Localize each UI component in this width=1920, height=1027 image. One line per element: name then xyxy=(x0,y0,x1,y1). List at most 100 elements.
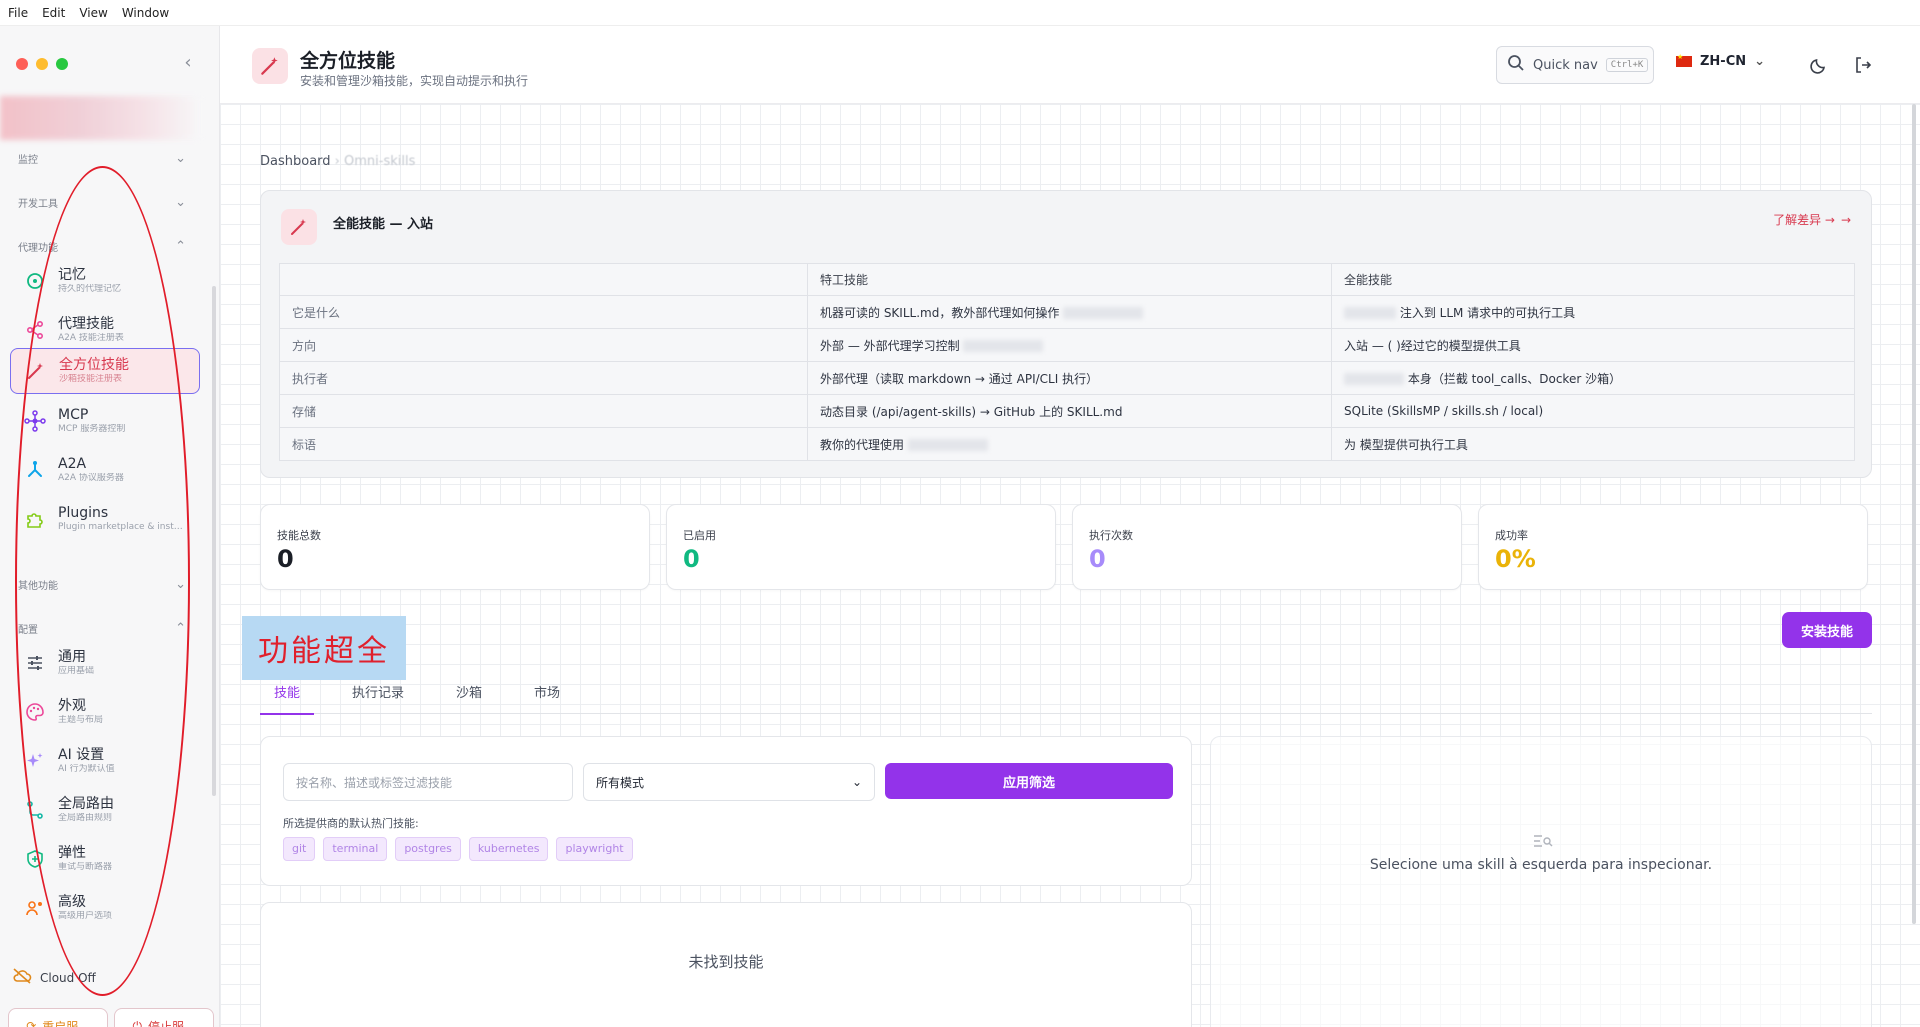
redacted-text xyxy=(907,439,988,451)
section-dev-tools[interactable]: 开发工具 ⌄ xyxy=(18,192,186,212)
breadcrumb-dashboard[interactable]: Dashboard xyxy=(260,154,331,169)
quick-nav-button[interactable]: Quick nav Ctrl+K xyxy=(1496,46,1654,84)
table-row: 它是什么 机器可读的 SKILL.md，教外部代理如何操作 注入到 LLM 请求… xyxy=(279,295,1855,329)
redacted-text xyxy=(1063,307,1144,319)
window-minimize-button[interactable] xyxy=(36,58,48,70)
popular-skills-hint: 所选提供商的默认热门技能: xyxy=(283,817,419,830)
section-monitoring[interactable]: 监控 ⌄ xyxy=(18,148,186,168)
redacted-text xyxy=(1344,307,1396,319)
magic-wand-icon xyxy=(25,360,47,382)
sidebar-item-omni-skills[interactable]: 全方位技能 沙箱技能注册表 xyxy=(10,348,200,394)
main-content: Dashboard › Omni-skills 全能技能 — 入站 了解差异 →… xyxy=(220,104,1920,1027)
section-other-features[interactable]: 其他功能 ⌄ xyxy=(18,574,186,594)
stat-total-skills: 技能总数 0 xyxy=(260,504,650,590)
window-close-button[interactable] xyxy=(16,58,28,70)
tab-execution-log[interactable]: 执行记录 xyxy=(338,674,418,714)
skills-list-empty: 未找到技能 xyxy=(260,902,1192,1027)
inspector-message: Selecione uma skill à esquerda para insp… xyxy=(1369,857,1713,873)
sidebar-item-advanced[interactable]: 高级 高级用户选项 xyxy=(10,885,200,931)
table-header-row: 特工技能 全能技能 xyxy=(279,263,1855,296)
skill-filter-input[interactable]: 按名称、描述或标签过滤技能 xyxy=(283,763,573,801)
fork-icon xyxy=(24,459,46,481)
learn-difference-link[interactable]: 了解差异 → → xyxy=(1773,211,1851,228)
memory-icon xyxy=(24,270,46,292)
sidebar-item-memory[interactable]: 记忆 持久的代理记忆 xyxy=(10,258,200,304)
sidebar-item-appearance[interactable]: 外观 主题与布局 xyxy=(10,689,200,735)
logout-button[interactable] xyxy=(1850,54,1876,80)
chip-playwright[interactable]: playwright xyxy=(556,837,633,861)
keyboard-shortcut: Ctrl+K xyxy=(1605,58,1649,72)
sidebar-item-mcp[interactable]: MCP MCP 服务器控制 xyxy=(10,398,200,444)
window-maximize-button[interactable] xyxy=(56,58,68,70)
power-icon: ⏻ xyxy=(132,1018,143,1027)
chip-terminal[interactable]: terminal xyxy=(323,837,388,861)
menu-edit[interactable]: Edit xyxy=(42,6,65,20)
sidebar-item-a2a[interactable]: A2A A2A 协议服务器 xyxy=(10,447,200,493)
sliders-icon xyxy=(24,652,46,674)
sidebar-collapse-button[interactable]: ‹ xyxy=(178,52,198,74)
tab-market[interactable]: 市场 xyxy=(520,674,574,714)
tab-skills[interactable]: 技能 xyxy=(260,674,315,715)
main-scrollbar[interactable] xyxy=(1912,104,1916,924)
restart-server-button[interactable]: ⟳ 重启服... xyxy=(8,1008,108,1027)
sidebar-item-resilience[interactable]: 弹性 重试与断路器 xyxy=(10,836,200,882)
route-icon xyxy=(24,799,46,821)
menu-file[interactable]: File xyxy=(8,6,28,20)
table-row: 存储 动态目录 (/api/agent-skills) → GitHub 上的 … xyxy=(279,394,1855,428)
restart-icon: ⟳ xyxy=(26,1019,37,1027)
mode-select[interactable]: 所有模式 ⌄ xyxy=(583,763,875,801)
palette-icon xyxy=(24,701,46,723)
table-row: 方向 外部 — 外部代理学习控制 入站 — ( )经过它的模型提供工具 xyxy=(279,328,1855,362)
chip-git[interactable]: git xyxy=(283,837,316,861)
chevron-down-icon: ⌄ xyxy=(1754,54,1766,69)
stat-enabled: 已启用 0 xyxy=(666,504,1056,590)
sidebar-item-general[interactable]: 通用 应用基础 xyxy=(10,640,200,686)
redacted-text xyxy=(963,340,1044,352)
cloud-status[interactable]: Cloud Off xyxy=(12,968,96,987)
users-gear-icon xyxy=(24,897,46,919)
sidebar-item-agent-skills[interactable]: 代理技能 A2A 技能注册表 xyxy=(10,307,200,353)
comparison-table: 特工技能 全能技能 它是什么 机器可读的 SKILL.md，教外部代理如何操作 … xyxy=(279,263,1855,461)
sidebar-item-plugins[interactable]: Plugins Plugin marketplace & installed xyxy=(10,496,200,542)
tab-sandbox[interactable]: 沙箱 xyxy=(442,674,496,714)
menu-view[interactable]: View xyxy=(79,6,107,20)
cloud-off-icon xyxy=(12,968,32,987)
empty-message: 未找到技能 xyxy=(688,953,764,971)
apply-filter-button[interactable]: 应用筛选 xyxy=(885,763,1173,799)
page-title: 全方位技能 xyxy=(300,50,396,72)
sparkles-icon xyxy=(24,750,46,772)
network-icon xyxy=(24,410,46,432)
sidebar-scrollbar[interactable] xyxy=(212,286,216,796)
user-profile-redacted xyxy=(0,96,200,140)
annotation-label: 功能超全 xyxy=(242,616,406,680)
filter-card: 按名称、描述或标签过滤技能 所有模式 ⌄ 应用筛选 所选提供商的默认热门技能: … xyxy=(260,736,1192,886)
sidebar: ‹ 监控 ⌄ 开发工具 ⌄ 代理功能 ⌃ 记忆 持久的代理记忆 代理技能 A2A 技能注册… xyxy=(0,26,220,1027)
section-agent-features[interactable]: 代理功能 ⌃ xyxy=(18,236,186,256)
logout-icon xyxy=(1854,56,1872,78)
table-row: 标语 教你的代理使用 为 模型提供可执行工具 xyxy=(279,427,1855,461)
chevron-up-icon: ⌃ xyxy=(175,620,186,636)
chip-postgres[interactable]: postgres xyxy=(395,837,461,861)
skill-inspector: Selecione uma skill à esquerda para insp… xyxy=(1210,736,1872,1027)
skills-tabs: 技能 执行记录 沙箱 市场 xyxy=(260,674,1872,715)
redacted-text xyxy=(1344,373,1404,385)
comparison-card: 全能技能 — 入站 了解差异 → → 特工技能 全能技能 它是什么 机器可读的 … xyxy=(260,190,1872,478)
stat-executions: 执行次数 0 xyxy=(1072,504,1462,590)
search-icon xyxy=(1507,54,1525,76)
sidebar-item-ai-settings[interactable]: AI 设置 AI 行为默认值 xyxy=(10,738,200,784)
language-selector[interactable]: ZH-CN ⌄ xyxy=(1676,53,1766,69)
magic-wand-icon xyxy=(281,209,317,245)
app-menubar: File Edit View Window xyxy=(0,0,1920,26)
chevron-up-icon: ⌃ xyxy=(175,238,186,254)
install-skill-button[interactable]: 安装技能 xyxy=(1782,612,1872,648)
stop-server-button[interactable]: ⏻ 停止服... xyxy=(114,1008,214,1027)
comparison-title: 全能技能 — 入站 xyxy=(333,217,434,232)
section-config[interactable]: 配置 ⌃ xyxy=(18,618,186,638)
sidebar-item-global-routing[interactable]: 全局路由 全局路由规则 xyxy=(10,787,200,833)
stat-success-rate: 成功率 0% xyxy=(1478,504,1868,590)
chip-kubernetes[interactable]: kubernetes xyxy=(468,837,549,861)
menu-window[interactable]: Window xyxy=(122,6,169,20)
magic-wand-icon xyxy=(252,48,288,84)
theme-toggle-button[interactable] xyxy=(1806,54,1832,80)
arrow-right-icon: → xyxy=(1840,212,1851,227)
